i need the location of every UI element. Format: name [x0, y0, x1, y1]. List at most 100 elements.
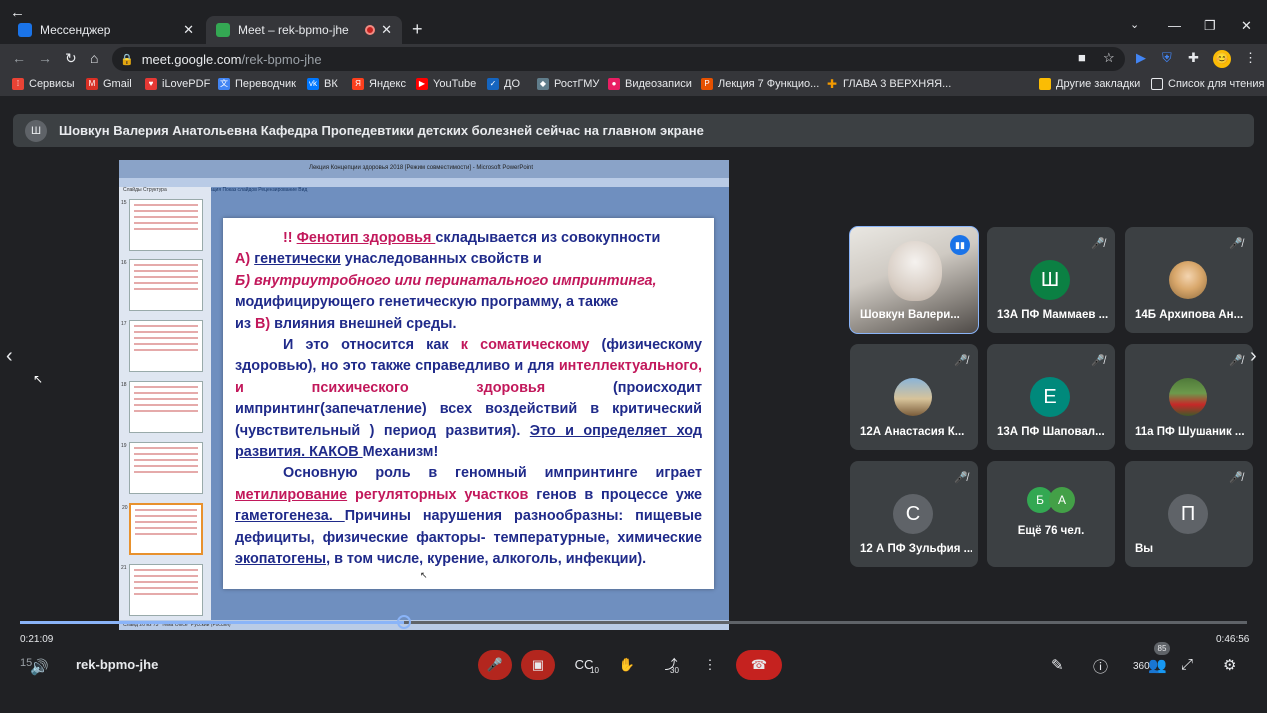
extensions-puzzle-icon[interactable]: ✚ [1188, 50, 1199, 66]
pen-icon[interactable]: ✎ [1051, 656, 1064, 674]
raise-hand-button[interactable]: ✋ [610, 650, 644, 680]
more-participants-label: Ещё 76 чел. [1017, 525, 1085, 537]
slide-text: А) [235, 251, 255, 268]
skip-forward-seconds: 30 [670, 666, 679, 675]
home-icon[interactable]: ⌂ [90, 50, 98, 66]
address-bar[interactable]: 🔒 meet.google.com/rek-bpmo-jhe [112, 47, 1125, 71]
thumb-number: 16 [121, 260, 127, 266]
new-tab-icon[interactable]: + [412, 19, 423, 40]
end-call-button[interactable]: ☎ [736, 650, 782, 680]
audio-bars-icon: ▮▮ [950, 235, 970, 255]
close-window-icon[interactable]: ✕ [1241, 18, 1252, 34]
close-icon[interactable]: ✕ [381, 22, 392, 38]
restore-icon[interactable]: ❐ [1204, 18, 1216, 34]
back-icon[interactable]: ← [12, 50, 26, 66]
people-icon[interactable]: 👥 [1148, 656, 1167, 674]
powerpoint-ribbon: Главная Вставка Дизайн Анимация Показ сл… [119, 178, 729, 193]
progress-handle[interactable] [397, 615, 412, 629]
tab-title: Мессенджер [40, 23, 111, 37]
activities-icon[interactable]: ⚙ [1223, 656, 1236, 674]
participant-name: Шовкун Валери... [860, 309, 960, 321]
thumb-number: 15 [121, 200, 127, 206]
close-icon[interactable]: ✕ [183, 22, 194, 38]
minimize-icon[interactable]: — [1168, 18, 1181, 33]
bookmark-vk[interactable]: vk ВК [307, 78, 338, 90]
profile-avatar[interactable]: 😊 [1213, 50, 1231, 68]
mic-off-button[interactable]: 🎤 [478, 650, 512, 680]
camera-blocked-icon[interactable]: ■ [1078, 50, 1086, 65]
bookmark-star-icon[interactable]: ☆ [1103, 50, 1115, 66]
menu-dots-icon[interactable]: ⋮ [1244, 50, 1257, 66]
bookmark-other[interactable]: Другие закладки [1039, 78, 1140, 90]
slide-text: к соматическому [460, 337, 590, 354]
meeting-code: rek-bpmo-jhe [76, 657, 159, 672]
participant-avatar: Е [1030, 377, 1070, 417]
bookmark-services[interactable]: ⁞ Сервисы [12, 78, 75, 90]
thumb-number: 17 [121, 321, 127, 327]
tab-search-icon[interactable]: ⌄ [1130, 18, 1139, 31]
tab-messenger[interactable]: Мессенджер ✕ [8, 16, 204, 44]
more-participants-tile[interactable]: Б А Ещё 76 чел. [987, 461, 1115, 567]
tab-meet[interactable]: Meet – rek-bpmo-jhe ✕ [206, 16, 402, 44]
bookmarks-bar: ⁞ Сервисы M Gmail ♥ iLovePDF 文 Переводчик vk… [0, 74, 1267, 96]
next-arrow-icon[interactable]: › [1250, 345, 1257, 368]
reload-icon[interactable]: ↻ [65, 50, 77, 67]
participant-tile[interactable]: 🎤̸ 12А Анастасия К... [850, 344, 978, 450]
ppt-window-title: Лекция Концепции здоровья 2018 [Режим со… [309, 165, 534, 171]
bookmark-reading-list[interactable]: Список для чтения [1151, 78, 1264, 90]
present-button[interactable]: ⤴ [654, 650, 688, 680]
participant-tile[interactable]: ▮▮ Шовкун Валери... [849, 226, 979, 334]
bookmark-youtube[interactable]: ▶ YouTube [416, 78, 476, 90]
slide-text: складывается из совокупности [435, 230, 661, 246]
participant-tile[interactable]: 🎤̸ 14Б Архипова Ан... [1125, 227, 1253, 333]
volume-icon[interactable]: 🔊 [30, 658, 49, 676]
bookmark-label: ВК [324, 78, 338, 90]
slide-text: модифицирующего генетическую программу, … [235, 294, 619, 311]
panel-tabs: Слайды Структура [123, 187, 167, 193]
slide-text: генов в процессе уже [528, 486, 703, 503]
video-icon: ● [608, 78, 620, 90]
chat-icon[interactable]: ⤢ [1181, 656, 1193, 673]
powerpoint-titlebar: Лекция Концепции здоровья 2018 [Режим со… [119, 160, 729, 178]
mic-off-icon: 🎤̸ [1229, 355, 1243, 367]
bookmark-translator[interactable]: 文 Переводчик [218, 78, 296, 90]
participant-tile[interactable]: 🎤̸ Ш 13А ПФ Маммаев ... [987, 227, 1115, 333]
participant-avatar: А [1049, 487, 1075, 513]
info-icon[interactable]: ⓘ [1093, 656, 1108, 677]
extension-play-icon[interactable]: ▶ [1136, 50, 1146, 66]
participant-tile[interactable]: 🎤̸ 11а ПФ Шушаник ... [1125, 344, 1253, 450]
bookmark-lecture7[interactable]: P Лекция 7 Функцио... [701, 78, 819, 90]
slide-thumbnails-panel: Слайды Структура 15 16 17 18 19 20 21 [119, 187, 211, 620]
more-options-button[interactable]: ⋮ [693, 650, 727, 680]
bookmark-videos[interactable]: ● Видеозаписи [608, 78, 692, 90]
participant-name: 11а ПФ Шушаник ... [1135, 426, 1245, 438]
camera-off-button[interactable]: ▣ [521, 650, 555, 680]
bookmark-label: Gmail [103, 78, 132, 90]
extension-shield-icon[interactable]: ⛨ [1162, 50, 1172, 66]
bookmark-ilovepdf[interactable]: ♥ iLovePDF [145, 78, 210, 90]
slide-thumbnail: 16 [121, 259, 203, 311]
bookmark-label: ДО [504, 78, 521, 90]
slide-text: унаследованных свойств и [340, 251, 542, 268]
previous-arrow-icon[interactable]: ‹ [6, 345, 13, 368]
bookmark-label: ГЛАВА 3 ВЕРХНЯЯ... [843, 78, 952, 90]
bookmark-chapter3[interactable]: ✚ ГЛАВА 3 ВЕРХНЯЯ... [826, 78, 951, 90]
slide-text: И это относится как [283, 337, 461, 354]
bookmark-yandex[interactable]: Я Яндекс [352, 78, 406, 90]
recording-icon [365, 25, 376, 35]
bookmark-label: Другие закладки [1056, 78, 1141, 90]
participant-tile[interactable]: 🎤̸ Е 13А ПФ Шаповал... [987, 344, 1115, 450]
captions-button[interactable]: CC [567, 650, 601, 680]
url-path: /rek-bpmo-jhe [241, 51, 322, 67]
translate-icon: 文 [218, 78, 230, 90]
bookmark-do[interactable]: ✓ ДО [487, 78, 520, 90]
playback-progress[interactable] [20, 615, 1247, 629]
bookmark-gmail[interactable]: M Gmail [86, 78, 132, 90]
slide-text: Б) внутриутробного или перинатального им… [235, 272, 657, 289]
self-tile[interactable]: 🎤̸ П Вы [1125, 461, 1253, 567]
bookmark-rostgmu[interactable]: ◆ РостГМУ [537, 78, 599, 90]
total-time: 0:46:56 [1216, 634, 1250, 645]
forward-icon[interactable]: → [38, 50, 52, 66]
participant-tile[interactable]: 🎤̸ С 12 А ПФ Зульфия ... [850, 461, 978, 567]
mic-off-icon: 🎤̸ [1091, 238, 1105, 250]
